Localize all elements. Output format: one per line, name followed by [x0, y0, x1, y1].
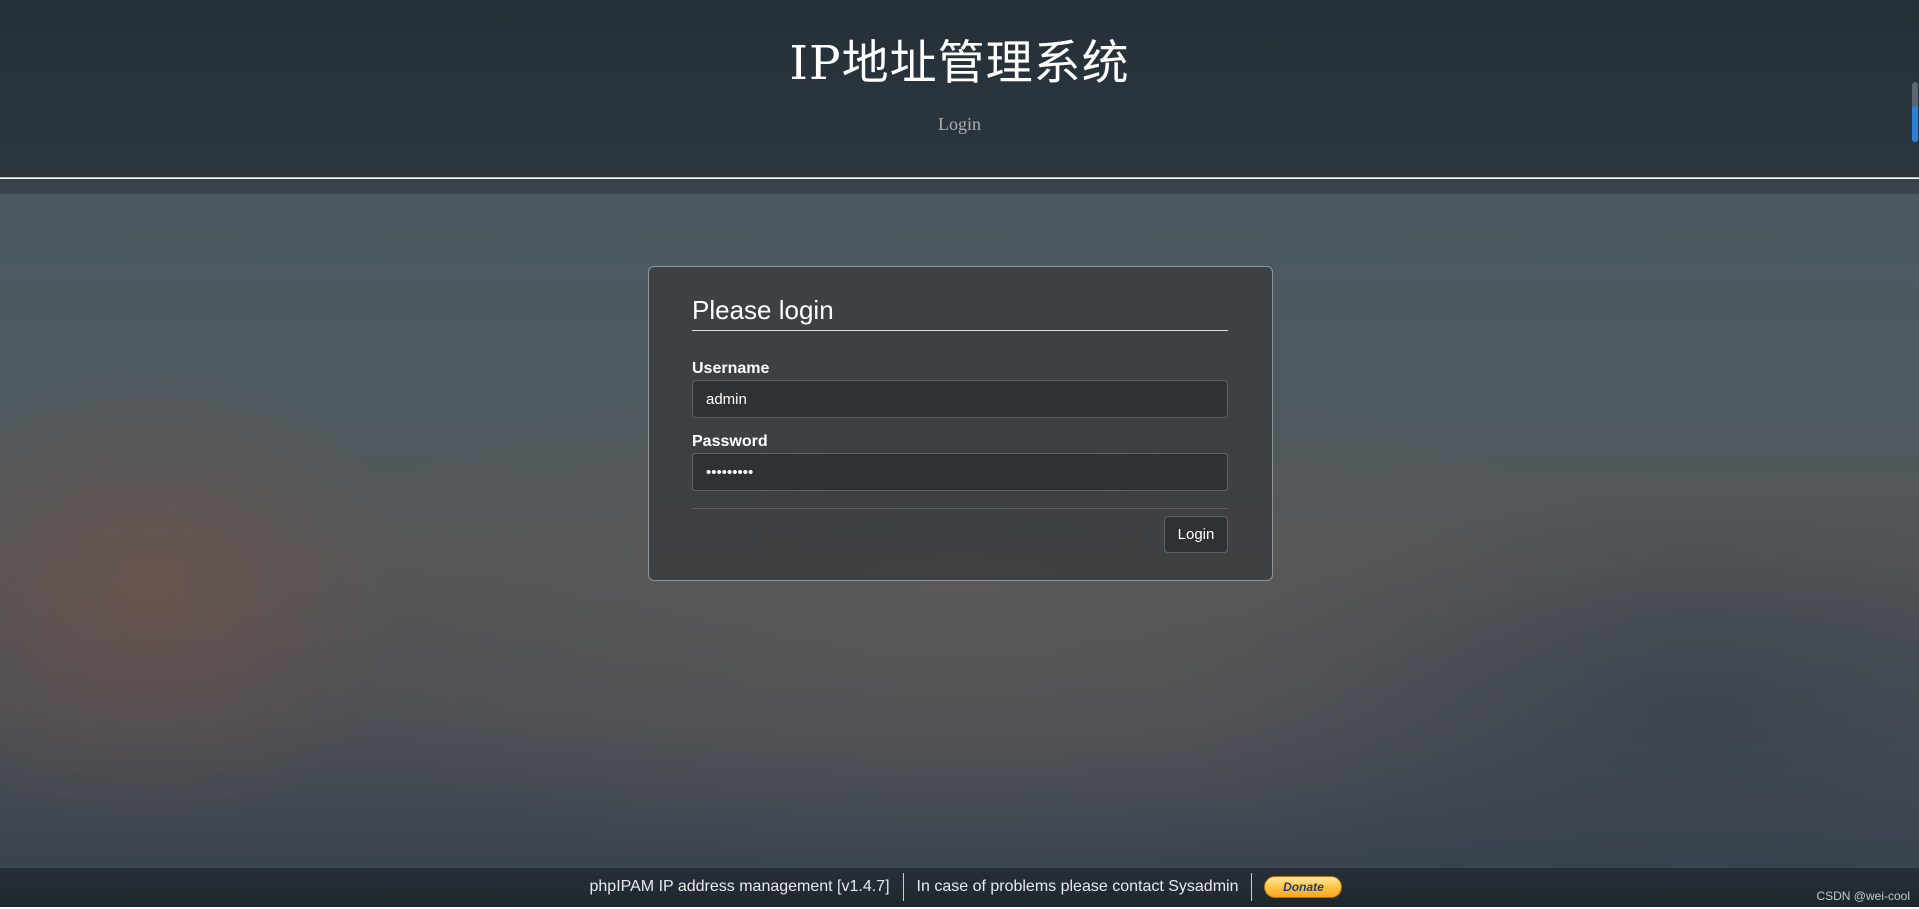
- login-form: Please login Username Password Login: [648, 266, 1273, 581]
- page: IP地址管理系统 Login Please login Username Pas…: [0, 0, 1919, 909]
- password-input[interactable]: [692, 453, 1228, 491]
- login-button[interactable]: Login: [1164, 516, 1228, 553]
- watermark: CSDN @wei-cool: [1816, 889, 1910, 903]
- form-divider: [692, 508, 1228, 509]
- footer-separator: [1251, 873, 1253, 901]
- footer: phpIPAM IP address management [v1.4.7] I…: [0, 867, 1919, 909]
- login-heading: Please login: [692, 293, 1228, 331]
- header-divider: [0, 179, 1919, 194]
- scrollbar-thumb[interactable]: [1912, 106, 1918, 142]
- scrollbar[interactable]: [1912, 82, 1918, 142]
- donate-button[interactable]: Donate: [1264, 876, 1343, 898]
- username-input[interactable]: [692, 380, 1228, 418]
- footer-content: phpIPAM IP address management [v1.4.7] I…: [0, 868, 1919, 906]
- site-subtitle: Login: [938, 114, 981, 134]
- site-title: IP地址管理系统: [789, 36, 1130, 91]
- app-version-text: phpIPAM IP address management [v1.4.7]: [589, 878, 890, 895]
- header: IP地址管理系统 Login: [0, 0, 1919, 178]
- contact-text: In case of problems please contact Sysad…: [916, 878, 1239, 895]
- password-label: Password: [692, 433, 768, 450]
- username-label: Username: [692, 360, 770, 377]
